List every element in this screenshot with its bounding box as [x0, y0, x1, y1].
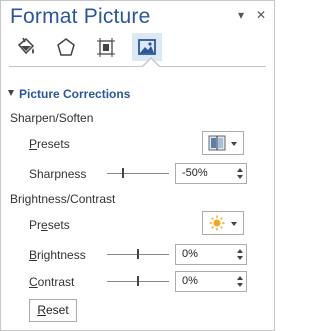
- brightness-value[interactable]: 0%: [182, 248, 198, 260]
- brightness-group-label: Brightness/Contrast: [10, 192, 116, 206]
- spin-up-icon[interactable]: [237, 249, 243, 253]
- sun-icon: [209, 215, 225, 231]
- tab-effects[interactable]: [51, 33, 81, 61]
- sharpness-label: Sharpness: [29, 167, 87, 181]
- tab-fill-line[interactable]: [11, 33, 41, 61]
- spin-up-icon[interactable]: [237, 168, 243, 172]
- spin-down-icon[interactable]: [237, 256, 243, 260]
- spin-up-icon[interactable]: [237, 276, 243, 280]
- spin-down-icon[interactable]: [237, 283, 243, 287]
- reset-button[interactable]: Reset: [29, 299, 77, 322]
- section-title[interactable]: Picture Corrections: [19, 87, 130, 101]
- brightness-spin-arrows[interactable]: [234, 245, 246, 264]
- sharpness-slider[interactable]: [107, 168, 169, 178]
- contrast-slider-thumb[interactable]: [137, 276, 139, 286]
- tab-pointer-fill: [143, 59, 159, 67]
- sharpen-preset-icon: [208, 135, 226, 151]
- contrast-value[interactable]: 0%: [182, 275, 198, 287]
- brightness-presets-button[interactable]: [202, 211, 244, 235]
- tab-size-properties[interactable]: [91, 33, 121, 61]
- picture-icon: [138, 39, 156, 55]
- section-collapse-icon[interactable]: [8, 90, 14, 96]
- contrast-spin-arrows[interactable]: [234, 272, 246, 291]
- paint-bucket-icon: [17, 37, 35, 55]
- contrast-spinner[interactable]: 0%: [175, 271, 247, 292]
- brightness-presets-label: Presets: [29, 218, 70, 232]
- sharpness-spin-arrows[interactable]: [234, 164, 246, 183]
- pane-title: Format Picture: [10, 5, 151, 28]
- sharpness-spinner[interactable]: -50%: [175, 163, 247, 184]
- contrast-slider[interactable]: [107, 276, 169, 286]
- chevron-down-icon: [231, 142, 237, 146]
- brightness-slider-thumb[interactable]: [137, 249, 139, 259]
- brightness-slider[interactable]: [107, 249, 169, 259]
- sharpness-value[interactable]: -50%: [182, 167, 208, 179]
- brightness-label: Brightness: [29, 248, 86, 262]
- sharpen-presets-label: Presets: [29, 137, 70, 151]
- brightness-spinner[interactable]: 0%: [175, 244, 247, 265]
- contrast-label: Contrast: [29, 275, 75, 289]
- chevron-down-icon[interactable]: ▾: [233, 7, 249, 23]
- close-icon[interactable]: ✕: [253, 7, 269, 23]
- tab-strip: [11, 33, 162, 63]
- size-properties-icon: [97, 38, 115, 57]
- pentagon-icon: [57, 38, 75, 56]
- tab-divider: [9, 66, 266, 67]
- spin-down-icon[interactable]: [237, 175, 243, 179]
- format-picture-pane: Format Picture ▾ ✕ Picture Corrections S…: [0, 0, 275, 331]
- chevron-down-icon: [231, 222, 237, 226]
- sharpness-slider-thumb[interactable]: [122, 168, 124, 178]
- sharpen-presets-button[interactable]: [202, 131, 244, 155]
- sharpen-group-label: Sharpen/Soften: [10, 111, 94, 125]
